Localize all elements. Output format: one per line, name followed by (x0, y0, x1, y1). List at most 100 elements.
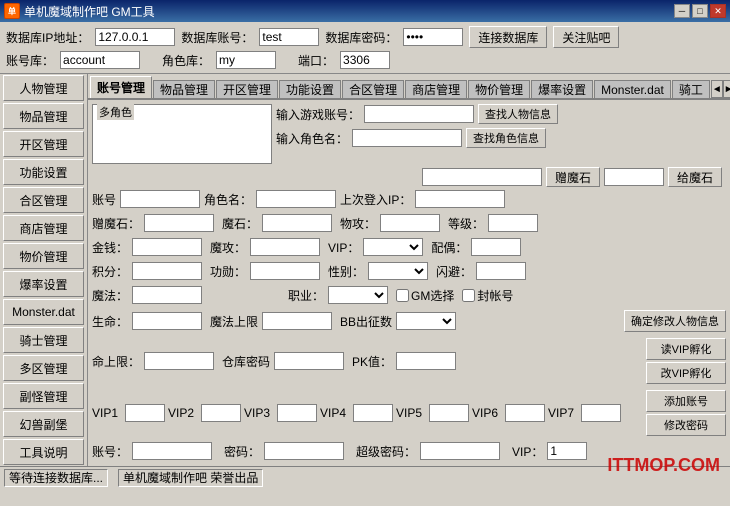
acct-input[interactable] (132, 442, 212, 460)
pk-val-input[interactable] (396, 352, 456, 370)
give-magic-stone-button[interactable]: 给魔石 (668, 167, 722, 187)
tab-account[interactable]: 账号管理 (90, 76, 152, 98)
read-vip-button[interactable]: 读VIP孵化 (646, 338, 726, 360)
vip3-input[interactable] (277, 404, 317, 422)
port-input[interactable] (340, 51, 390, 69)
vip5-input[interactable] (429, 404, 469, 422)
gold-input[interactable] (132, 238, 202, 256)
input-game-account-field[interactable] (364, 105, 474, 123)
vip-select[interactable] (363, 238, 423, 256)
magic-input[interactable] (132, 286, 202, 304)
sidebar-item-mergezone[interactable]: 合区管理 (3, 187, 84, 213)
password-label: 密码： (224, 443, 260, 460)
find-role-button[interactable]: 查找角色信息 (466, 128, 546, 148)
password-input[interactable] (264, 442, 344, 460)
gm-select-checkbox[interactable] (396, 289, 409, 302)
sidebar-item-functions[interactable]: 功能设置 (3, 159, 84, 185)
flash-input[interactable] (476, 262, 526, 280)
sidebar-item-knight[interactable]: 骑士管理 (3, 327, 84, 353)
gift-magic-stone-input[interactable] (422, 168, 542, 186)
gender-select[interactable] (368, 262, 428, 280)
merit-input[interactable] (250, 262, 320, 280)
sidebar-item-shop[interactable]: 商店管理 (3, 215, 84, 241)
tab-openzone[interactable]: 开区管理 (216, 80, 278, 98)
magic-atk-input[interactable] (250, 238, 320, 256)
change-vip-button[interactable]: 改VIP孵化 (646, 362, 726, 384)
minimize-button[interactable]: ─ (674, 4, 690, 18)
vip2-input[interactable] (201, 404, 241, 422)
top-form: 数据库IP地址： 数据库账号： 数据库密码： 连接数据库 关注贴吧 账号库： 角… (0, 22, 730, 74)
points-input[interactable] (132, 262, 202, 280)
tab-shop[interactable]: 商店管理 (405, 80, 467, 98)
bb-exit-count-select[interactable] (396, 312, 456, 330)
hp-input[interactable] (132, 312, 202, 330)
db-account-input[interactable] (259, 28, 319, 46)
gift-row: 赠魔石 给魔石 (92, 167, 726, 187)
status-wait: 等待连接数据库... (4, 469, 108, 487)
vip2-label: VIP2 (168, 406, 198, 420)
max-hp-input[interactable] (144, 352, 214, 370)
port-label: 端口： (298, 52, 334, 69)
sidebar-item-monsterdat[interactable]: Monster.dat (3, 299, 84, 325)
vip7-input[interactable] (581, 404, 621, 422)
sidebar-item-phantom[interactable]: 幻兽副堡 (3, 411, 84, 437)
last-login-ip-input[interactable] (415, 190, 505, 208)
tab-extra[interactable]: 骑工 (672, 80, 710, 98)
find-player-button[interactable]: 查找人物信息 (478, 104, 558, 124)
sidebar-item-multizone[interactable]: 多区管理 (3, 355, 84, 381)
tab-droprate[interactable]: 爆率设置 (531, 80, 593, 98)
magic-stone-val-input[interactable] (262, 214, 332, 232)
confirm-mod-button[interactable]: 确定修改人物信息 (624, 310, 726, 332)
vip-row: VIP1 VIP2 VIP3 VIP4 VIP5 VIP6 VIP7 添加账号 … (92, 390, 726, 436)
gift-magic-stone-button[interactable]: 赠魔石 (546, 167, 600, 187)
tab-functions[interactable]: 功能设置 (279, 80, 341, 98)
seal-account-checkbox[interactable] (462, 289, 475, 302)
tab-mergezone[interactable]: 合区管理 (342, 80, 404, 98)
close-button[interactable]: ✕ (710, 4, 726, 18)
body-area: 人物管理 物品管理 开区管理 功能设置 合区管理 商店管理 物价管理 爆率设置 … (0, 74, 730, 466)
connect-db-button[interactable]: 连接数据库 (469, 26, 547, 48)
super-pass-input[interactable] (420, 442, 500, 460)
sidebar-item-items[interactable]: 物品管理 (3, 103, 84, 129)
sidebar-item-character[interactable]: 人物管理 (3, 75, 84, 101)
vip4-input[interactable] (353, 404, 393, 422)
tab-monsterdat[interactable]: Monster.dat (594, 80, 671, 98)
account-num-input[interactable] (120, 190, 200, 208)
tab-nav-right[interactable]: ► (723, 80, 730, 98)
tab-items[interactable]: 物品管理 (153, 80, 215, 98)
follow-button[interactable]: 关注贴吧 (553, 26, 619, 48)
job-select[interactable] (328, 286, 388, 304)
input-role-name-field[interactable] (352, 129, 462, 147)
storage-pass-input[interactable] (274, 352, 344, 370)
sidebar-item-submonster[interactable]: 副怪管理 (3, 383, 84, 409)
vip1-input[interactable] (125, 404, 165, 422)
vip-bot-input[interactable] (547, 442, 587, 460)
spouse-input[interactable] (471, 238, 521, 256)
sidebar-item-price[interactable]: 物价管理 (3, 243, 84, 269)
sidebar-item-tools[interactable]: 工具说明 (3, 439, 84, 465)
account-tab-content: 多角色 输入游戏账号： 查找人物信息 输入角色名： 查找角色信息 (88, 100, 730, 466)
change-pass-button[interactable]: 修改密码 (646, 414, 726, 436)
sidebar-item-openzone[interactable]: 开区管理 (3, 131, 84, 157)
level-input[interactable] (488, 214, 538, 232)
max-hp-label: 命上限： (92, 353, 140, 370)
db-value-input[interactable] (60, 51, 140, 69)
job-label: 职业： (288, 287, 324, 304)
tab-nav-left[interactable]: ◄ (711, 80, 723, 98)
acct-label: 账号： (92, 443, 128, 460)
gift-magic-stone-val-input[interactable] (144, 214, 214, 232)
db-ip-input[interactable] (95, 28, 175, 46)
input-role-name-label: 输入角色名： (276, 130, 348, 147)
maximize-button[interactable]: □ (692, 4, 708, 18)
give-magic-stone-input[interactable] (604, 168, 664, 186)
tab-price[interactable]: 物价管理 (468, 80, 530, 98)
physics-atk-input[interactable] (380, 214, 440, 232)
sidebar-item-droprate[interactable]: 爆率设置 (3, 271, 84, 297)
vip6-input[interactable] (505, 404, 545, 422)
role-db-input[interactable] (216, 51, 276, 69)
add-account-button[interactable]: 添加账号 (646, 390, 726, 412)
max-magic-input[interactable] (262, 312, 332, 330)
input-game-account-row: 输入游戏账号： 查找人物信息 (276, 104, 726, 124)
role-name-input[interactable] (256, 190, 336, 208)
db-password-input[interactable] (403, 28, 463, 46)
